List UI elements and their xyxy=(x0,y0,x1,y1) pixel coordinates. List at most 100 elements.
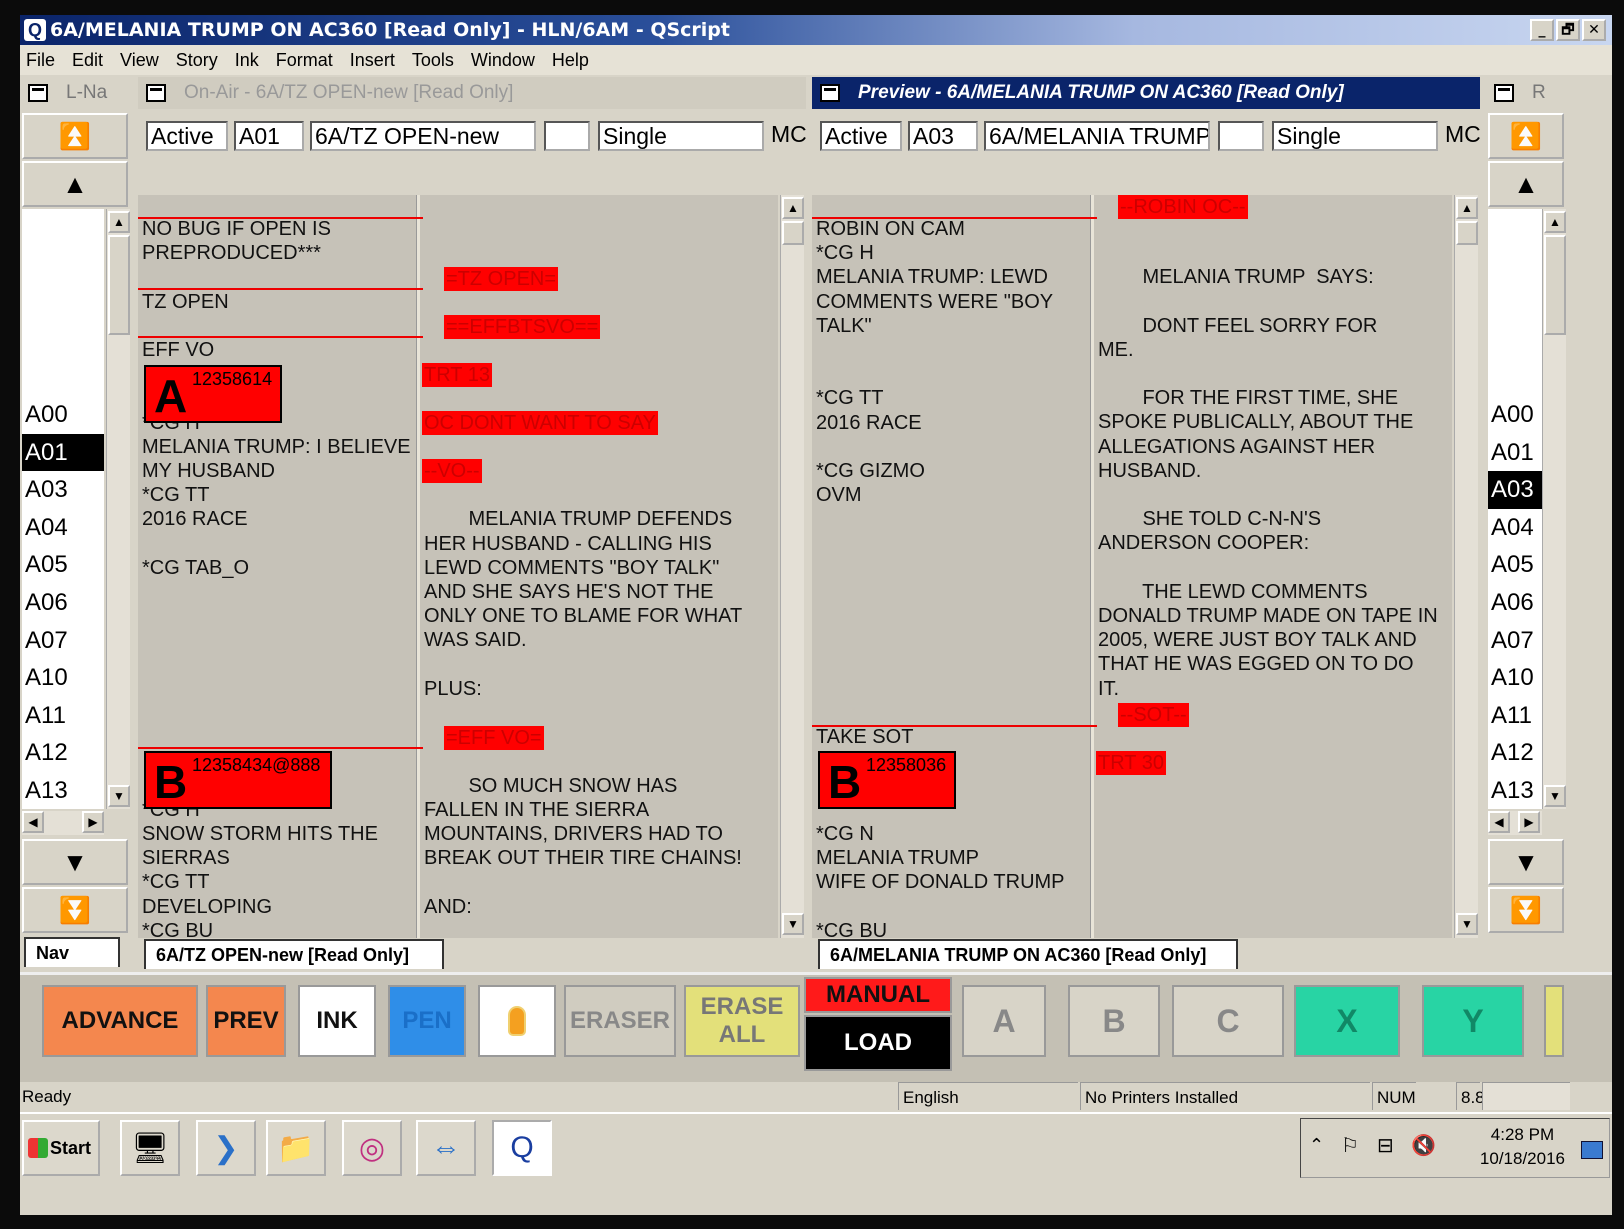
nav-bottom-button[interactable]: ⏬ xyxy=(1488,887,1564,933)
scroll-right-icon[interactable]: ▶ xyxy=(82,811,104,833)
left-nav-hscroll[interactable]: ◀ ▶ xyxy=(22,811,104,835)
clip-box-b[interactable]: B 12358036 xyxy=(818,751,956,809)
scroll-thumb[interactable] xyxy=(1544,235,1566,335)
y-button[interactable]: Y xyxy=(1422,985,1524,1057)
scroll-down-icon[interactable]: ▼ xyxy=(1456,913,1478,935)
nav-item[interactable]: A07 xyxy=(1488,622,1542,660)
scroll-thumb[interactable] xyxy=(1456,221,1478,245)
preview-script-body[interactable]: ROBIN ON CAM *CG H MELANIA TRUMP: LEWD C… xyxy=(812,195,1452,938)
preview-scrollbar[interactable]: ▲ ▼ xyxy=(1454,195,1478,938)
nav-item[interactable]: A06 xyxy=(22,584,104,622)
blank-field[interactable] xyxy=(1218,121,1264,151)
nav-top-button[interactable]: ⏫ xyxy=(22,113,128,159)
c-button[interactable]: C xyxy=(1172,985,1284,1057)
prev-button[interactable]: PREV xyxy=(206,985,286,1057)
extra-field[interactable]: MC xyxy=(768,121,806,151)
folder-icon[interactable]: 📁 xyxy=(266,1120,326,1176)
scroll-up-icon[interactable]: ▲ xyxy=(108,211,130,233)
right-nav-hscroll[interactable]: ◀ ▶ xyxy=(1488,811,1542,835)
pane-toggle-icon[interactable] xyxy=(1494,84,1514,102)
nav-item[interactable]: A11 xyxy=(22,697,104,735)
nav-top-button[interactable]: ⏫ xyxy=(1488,113,1564,159)
extra-toolbar-button[interactable] xyxy=(1544,985,1564,1057)
blank-field[interactable] xyxy=(544,121,590,151)
nav-up-button[interactable]: ▲ xyxy=(22,161,128,207)
ink-button[interactable]: INK xyxy=(298,985,376,1057)
scroll-up-icon[interactable]: ▲ xyxy=(1456,197,1478,219)
eraser-button[interactable]: ERASER xyxy=(564,985,676,1057)
x-button[interactable]: X xyxy=(1294,985,1400,1057)
scroll-thumb[interactable] xyxy=(782,221,804,245)
menu-window[interactable]: Window xyxy=(471,50,535,71)
menu-insert[interactable]: Insert xyxy=(350,50,395,71)
pen-button[interactable]: PEN xyxy=(388,985,466,1057)
manual-button[interactable]: MANUAL xyxy=(804,977,952,1013)
nav-item[interactable]: A06 xyxy=(1488,584,1542,622)
nav-item[interactable]: A00 xyxy=(22,396,104,434)
left-nav-scrollbar[interactable]: ▲ ▼ xyxy=(106,209,130,809)
menu-file[interactable]: File xyxy=(26,50,55,71)
nav-item[interactable]: A13 xyxy=(22,772,104,809)
scroll-down-icon[interactable]: ▼ xyxy=(782,913,804,935)
nav-down-button[interactable]: ▼ xyxy=(1488,839,1564,885)
nav-item[interactable]: A03 xyxy=(22,471,104,509)
scroll-left-icon[interactable]: ◀ xyxy=(22,811,44,833)
scroll-right-icon[interactable]: ▶ xyxy=(1518,811,1540,833)
b-button[interactable]: B xyxy=(1068,985,1160,1057)
onair-script-body[interactable]: NO BUG IF OPEN IS PREPRODUCED*** TZ OPEN… xyxy=(138,195,778,938)
powershell-icon[interactable]: ❯ xyxy=(196,1120,256,1176)
qscript-active-icon[interactable]: Q xyxy=(492,1120,552,1176)
highlighter-button[interactable] xyxy=(478,985,556,1057)
extra-field[interactable]: MC xyxy=(1442,121,1480,151)
scroll-up-icon[interactable]: ▲ xyxy=(782,197,804,219)
nav-item[interactable]: A12 xyxy=(22,734,104,772)
slug-field[interactable]: 6A/MELANIA TRUMP O xyxy=(984,121,1210,151)
advance-button[interactable]: ADVANCE xyxy=(42,985,198,1057)
nav-item[interactable]: A04 xyxy=(22,509,104,547)
onair-scrollbar[interactable]: ▲ ▼ xyxy=(780,195,804,938)
nav-up-button[interactable]: ▲ xyxy=(1488,161,1564,207)
format-field[interactable]: Single xyxy=(598,121,764,151)
nav-item[interactable]: A03 xyxy=(1488,471,1542,509)
restore-button[interactable]: 🗗 xyxy=(1556,19,1580,41)
nav-item[interactable]: A11 xyxy=(1488,697,1542,735)
slug-field[interactable]: 6A/TZ OPEN-new xyxy=(310,121,536,151)
menu-format[interactable]: Format xyxy=(276,50,333,71)
preview-tab[interactable]: 6A/MELANIA TRUMP ON AC360 [Read Only] xyxy=(818,939,1238,969)
onair-tab[interactable]: 6A/TZ OPEN-new [Read Only] xyxy=(144,939,444,969)
nav-item[interactable]: A05 xyxy=(1488,546,1542,584)
show-desktop-icon[interactable] xyxy=(1581,1141,1603,1159)
status-field[interactable]: Active xyxy=(146,121,228,151)
volume-muted-icon[interactable]: 🔇 xyxy=(1411,1133,1436,1158)
scroll-down-icon[interactable]: ▼ xyxy=(1544,785,1566,807)
clock[interactable]: 4:28 PM 10/18/2016 xyxy=(1480,1123,1565,1171)
nav-item[interactable]: A01 xyxy=(1488,434,1542,472)
scroll-left-icon[interactable]: ◀ xyxy=(1488,811,1510,833)
teamviewer-icon[interactable]: ⇔ xyxy=(416,1120,476,1176)
clip-box-a[interactable]: A 12358614 xyxy=(144,365,282,423)
menu-edit[interactable]: Edit xyxy=(72,50,103,71)
pane-toggle-icon[interactable] xyxy=(28,84,48,102)
menu-ink[interactable]: Ink xyxy=(235,50,259,71)
flag-icon[interactable]: ⚐ xyxy=(1341,1133,1359,1158)
menu-help[interactable]: Help xyxy=(552,50,589,71)
load-button[interactable]: LOAD xyxy=(804,1015,952,1071)
nav-item[interactable]: A12 xyxy=(1488,734,1542,772)
menu-tools[interactable]: Tools xyxy=(412,50,454,71)
right-nav-scrollbar[interactable]: ▲ ▼ xyxy=(1542,209,1566,809)
qscript-icon[interactable]: ◎ xyxy=(342,1120,402,1176)
scroll-down-icon[interactable]: ▼ xyxy=(108,785,130,807)
nav-item[interactable]: A10 xyxy=(22,659,104,697)
a-button[interactable]: A xyxy=(962,985,1046,1057)
status-zoom-slider[interactable] xyxy=(1482,1082,1570,1110)
pane-toggle-icon[interactable] xyxy=(820,84,840,102)
menu-story[interactable]: Story xyxy=(176,50,218,71)
nav-item[interactable]: A00 xyxy=(1488,396,1542,434)
nav-item[interactable]: A13 xyxy=(1488,772,1542,809)
nav-item[interactable]: A05 xyxy=(22,546,104,584)
nav-item[interactable]: A07 xyxy=(22,622,104,660)
nav-item[interactable]: A01 xyxy=(22,433,104,472)
nav-item[interactable]: A10 xyxy=(1488,659,1542,697)
minimize-button[interactable]: _ xyxy=(1530,19,1554,41)
computer-icon[interactable]: 🖥 xyxy=(120,1120,180,1176)
